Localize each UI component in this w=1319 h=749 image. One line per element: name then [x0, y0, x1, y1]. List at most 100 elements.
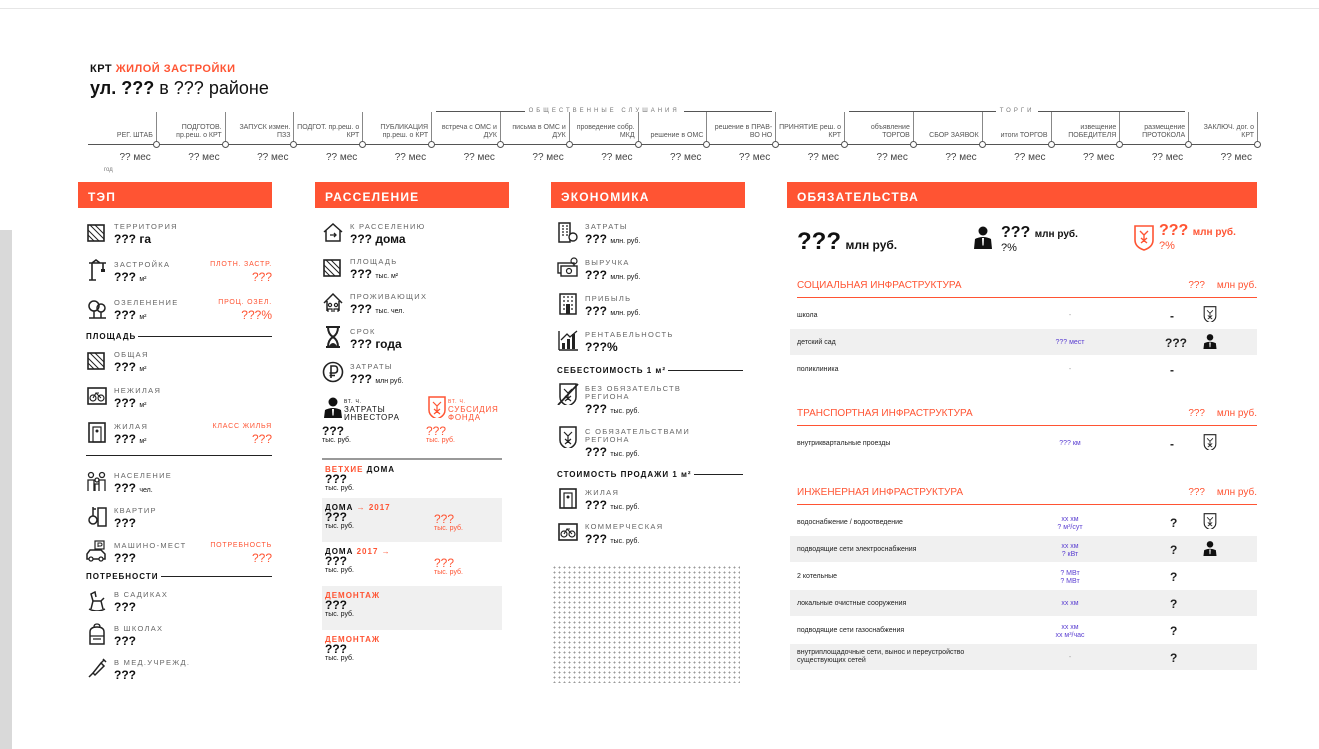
metric-text: В САДИКАХ???: [114, 583, 168, 615]
metric-text: ПРИБЫЛЬ??? млн. руб.: [585, 287, 640, 319]
row-measure: ??? мест: [1055, 339, 1085, 346]
region-pct: ?%: [1159, 240, 1175, 252]
metric-label: ЗАТРАТЫ: [585, 222, 628, 231]
metric-label: БЕЗ ОБЯЗАТЕЛЬСТВ РЕГИОНА: [585, 384, 682, 401]
row-amount: ?: [1170, 516, 1178, 530]
row-measure: ??? км: [1059, 440, 1081, 447]
metric-value: ??? тыс. м²: [350, 267, 398, 281]
metric-number: ???: [114, 600, 136, 614]
timeline-stage: проведение собр. МКД: [570, 112, 639, 143]
group-label: ТОРГИ: [999, 108, 1035, 114]
row-amount: -: [1170, 437, 1174, 451]
metric-side: ПЛОТН. ЗАСТР.???: [210, 261, 272, 284]
metric-item: ЗАТРАТЫ??? млн руб.: [322, 355, 502, 390]
block-value: ???: [325, 554, 347, 568]
metric-unit: м²: [139, 314, 147, 321]
investor-funds: ВТ. Ч. ЗАТРАТЫ ИНВЕСТОРА ВТ. Ч. СУБСИДИЯ ФО…: [322, 396, 502, 458]
divider-title: СТОИМОСТЬ ПРОДАЖИ 1 м²: [557, 469, 692, 479]
stage-duration: ?? мес: [1220, 152, 1252, 163]
metric-label: ОЗЕЛЕНЕНИЕ: [114, 298, 179, 307]
metric-number: ???: [114, 308, 136, 322]
metric-value: ??? м²: [114, 396, 161, 410]
metric-text: ЖИЛАЯ??? тыс. руб.: [585, 481, 640, 513]
metric-unit: тыс. руб.: [610, 451, 640, 458]
metric-text: ОБЩАЯ??? м²: [114, 343, 149, 375]
cost-divider: СЕБЕСТОИМОСТЬ 1 м²: [557, 363, 743, 377]
section-unit: млн руб.: [1216, 280, 1257, 291]
metric-text: РЕНТАБЕЛЬНОСТЬ???%: [585, 323, 674, 355]
door-icon: [557, 487, 579, 509]
crane-icon: [86, 259, 108, 281]
metric-label: К РАССЕЛЕНИЮ: [350, 222, 426, 231]
obligation-row: локальные очистные сооружения хх хм?: [790, 590, 1257, 616]
divider-line: [668, 369, 743, 371]
timeline-axis: [88, 144, 1258, 145]
stage-duration: ?? мес: [807, 152, 840, 163]
stage-duration: ?? мес: [532, 152, 564, 163]
metric-value: ???: [114, 551, 187, 565]
metric-number: ???: [114, 481, 136, 495]
metric-unit: тыс. руб.: [610, 504, 640, 511]
side-value: ???: [251, 432, 272, 446]
block-title-b: → 2017: [353, 503, 391, 512]
metric-number: ???: [114, 551, 136, 565]
investor-unit: тыс. руб.: [322, 437, 351, 444]
bike-icon: [86, 385, 108, 407]
obligation-row: внутриквартальные проезды ??? км -: [790, 430, 1257, 456]
stage-label: объявление ТОРГОВ: [870, 124, 910, 139]
investor-label: ВТ. Ч. ЗАТРАТЫ ИНВЕСТОРА: [344, 398, 404, 422]
bike-icon: [557, 521, 579, 543]
metric-label: КВАРТИР: [114, 506, 157, 515]
stage-label: письма в ОМС и ДУК: [512, 124, 566, 139]
timeline-stage: решение в ПРАВ-ВО НО: [707, 112, 777, 143]
stage-label: извещение ПОБЕДИТЕЛЯ: [1068, 124, 1117, 139]
obligation-row: детский сад ??? мест???: [790, 329, 1257, 355]
timeline-stage: письма в ОМС и ДУК: [501, 112, 570, 143]
stage-label: решение в ПРАВ-ВО НО: [714, 124, 773, 139]
area-icon: [86, 349, 108, 371]
row-amount: ?: [1170, 543, 1178, 557]
metric-value: ??? чел.: [114, 481, 172, 495]
row-name: водоснабжение / водоотведение: [797, 519, 903, 526]
housing-block: ДЕМОНТАЖ??? тыс. руб.: [322, 630, 502, 674]
block-title: ДЕМОНТАЖ: [325, 635, 499, 644]
page-header: КРТ ЖИЛОЙ ЗАСТРОЙКИ ул. ??? в ??? районе: [90, 63, 269, 99]
metric-item: ЖИЛАЯ??? тыс. руб.: [557, 481, 743, 515]
housing-block: ДОМА → 2017??? тыс. руб.??? тыс. руб.: [322, 498, 502, 542]
rass-column: К РАССЕЛЕНИЮ??? дома ПЛОЩАДЬ??? тыс. м² ПР…: [322, 215, 502, 674]
section-header-econ: ЭКОНОМИКА: [551, 182, 745, 208]
block-unit: тыс. руб.: [325, 567, 354, 574]
metric-item: РЕНТАБЕЛЬНОСТЬ???%: [557, 323, 743, 359]
investor-icon: [1202, 540, 1218, 556]
metric-unit: тыс. м²: [375, 273, 399, 280]
block-right-value: ???: [434, 556, 455, 570]
metric-label: ПРИБЫЛЬ: [585, 294, 632, 303]
stage-duration: ?? мес: [1082, 152, 1115, 163]
metric-unit: м²: [139, 366, 147, 373]
row-name: детский сад: [797, 339, 836, 346]
section-name: ИНЖЕНЕРНАЯ ИНФРАСТРУКТУРА: [797, 487, 963, 498]
row-amount: ?: [1170, 624, 1178, 638]
metric-number: ???: [114, 270, 136, 284]
metric-number: ???: [114, 634, 136, 648]
ruble-icon: [322, 361, 344, 383]
metric-label: ПЛОЩАДЬ: [350, 257, 398, 266]
row-amount: ?: [1170, 651, 1178, 665]
obligation-row: внутриплощадочные сети, вынос и переустр…: [790, 644, 1257, 670]
investor-icon: [1202, 333, 1218, 349]
metric-unit: млн. руб.: [610, 274, 641, 281]
timeline: РЕГ. ШТАБ ?? мес ПОДГОТОВ. пр.реш. о КРТ??…: [88, 108, 1261, 182]
metric-number: ??? га: [114, 232, 151, 246]
region-icon: [1202, 513, 1218, 531]
top-divider: [0, 8, 1319, 9]
stage-duration: ?? мес: [119, 152, 151, 163]
fund-label: ВТ. Ч. СУБСИДИЯ ФОНДА: [448, 398, 508, 422]
stage-duration: ?? мес: [188, 152, 220, 163]
metric-number: ???%: [585, 340, 618, 354]
metric-label: РЕНТАБЕЛЬНОСТЬ: [585, 330, 674, 339]
metric-item: КВАРТИР???: [86, 499, 272, 534]
block-value: ???: [325, 472, 347, 486]
row-measure: хх хм: [1061, 600, 1079, 607]
timeline-stage: ПУБЛИКАЦИЯ пр.реш. о КРТ: [363, 112, 433, 143]
row-measure: -: [1068, 312, 1072, 319]
